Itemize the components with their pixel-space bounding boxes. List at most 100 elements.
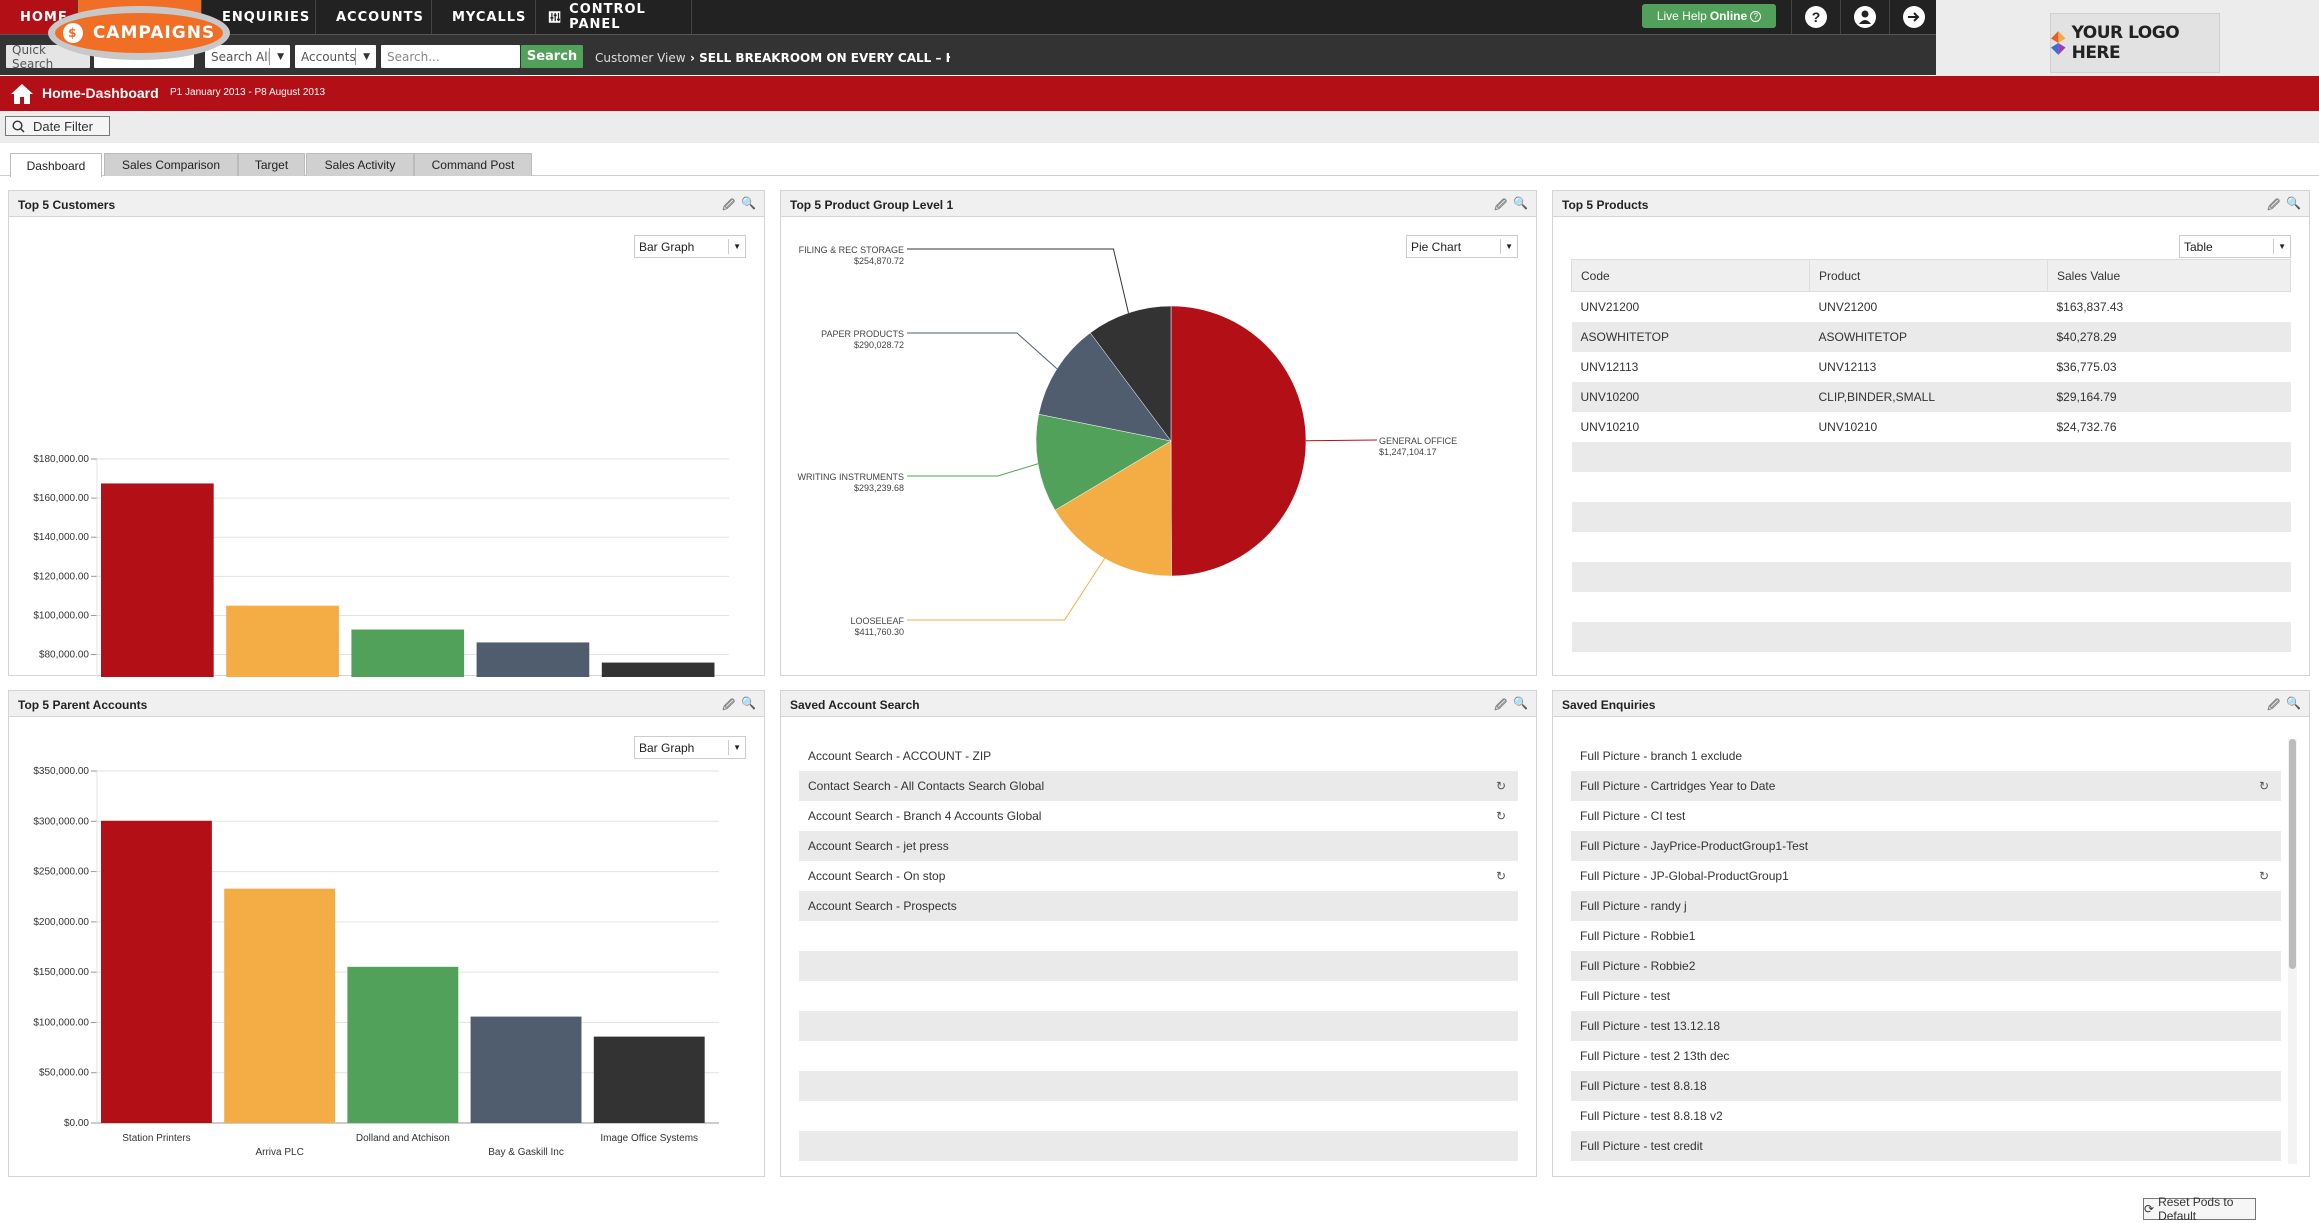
scrollbar-track[interactable] <box>2288 739 2297 1164</box>
user-button[interactable] <box>1840 0 1889 34</box>
customer-view-link[interactable]: Customer View <box>595 51 686 65</box>
nav-accounts[interactable]: ACCOUNTS <box>316 0 432 34</box>
list-item[interactable]: Full Picture - Cartridges Year to Date ↻ <box>1571 771 2281 801</box>
search-entity-select[interactable]: Accounts ▼ <box>295 45 376 68</box>
column-header-sales-value[interactable]: Sales Value <box>2047 259 2291 292</box>
table-row[interactable]: UNV21200 UNV21200 $163,837.43 <box>1572 292 2291 322</box>
bar[interactable] <box>470 1016 582 1123</box>
list-item[interactable]: Account Search - On stop ↻ <box>799 861 1518 891</box>
tab-command-post[interactable]: Command Post <box>414 153 532 176</box>
list-item[interactable]: Full Picture - test 8.8.18 <box>1571 1071 2281 1101</box>
search-input[interactable]: Search... <box>381 45 520 68</box>
list-item[interactable]: Account Search - jet press <box>799 831 1518 861</box>
tab-sales-comparison[interactable]: Sales Comparison <box>104 153 238 176</box>
pin-icon[interactable]: 🖉 <box>2267 196 2280 217</box>
y-tick-label: $120,000.00 <box>33 571 89 582</box>
pin-icon[interactable]: 🖉 <box>2267 696 2280 717</box>
live-help-button[interactable]: Live Help Online ? <box>1642 4 1776 28</box>
pie-slice[interactable] <box>1170 305 1307 577</box>
nav-accounts-label: ACCOUNTS <box>336 9 424 25</box>
nav-campaigns-label: CAMPAIGNS <box>92 23 216 43</box>
tab-dashboard[interactable]: Dashboard <box>10 153 102 177</box>
reset-pods-button[interactable]: ⟳ Reset Pods to Default <box>2143 1195 2256 1223</box>
cell-product: ASOWHITETOP <box>1809 321 2048 352</box>
list-item[interactable]: Full Picture - test 8.8.18 v2 <box>1571 1101 2281 1131</box>
search-scope-value: Search All <box>211 49 271 64</box>
zoom-icon[interactable]: 🔍 <box>2286 696 2301 717</box>
top-products-table: Code Product Sales Value UNV21200 UNV2120… <box>1571 259 2291 652</box>
y-tick-label: $140,000.00 <box>33 532 89 543</box>
y-tick-label: $150,000.00 <box>33 967 89 978</box>
list-item[interactable]: Full Picture - JayPrice-ProductGroup1-Te… <box>1571 831 2281 861</box>
pie-value-label: $411,760.30 <box>855 627 904 637</box>
y-tick-label: $250,000.00 <box>33 867 89 878</box>
bar[interactable] <box>593 1036 705 1123</box>
bar[interactable] <box>101 483 214 677</box>
cell-sales-value: $29,164.79 <box>2047 381 2291 412</box>
scrollbar-thumb[interactable] <box>2289 739 2296 969</box>
pod-header: Top 5 Products 🖉 🔍 <box>1553 191 2309 217</box>
cell-sales-value: $163,837.43 <box>2056 299 2124 314</box>
list-item[interactable]: Contact Search - All Contacts Search Glo… <box>799 771 1518 801</box>
list-item[interactable]: Account Search - Branch 4 Accounts Globa… <box>799 801 1518 831</box>
list-item-label: Account Search - Branch 4 Accounts Globa… <box>808 809 1042 823</box>
pin-icon[interactable]: 🖉 <box>1494 696 1507 717</box>
list-item[interactable]: Full Picture - test 2 13th dec <box>1571 1041 2281 1071</box>
pie-value-label: $254,870.72 <box>854 256 904 266</box>
bar[interactable] <box>476 642 590 677</box>
tab-sales-activity[interactable]: Sales Activity <box>306 153 414 176</box>
page-title: Home-Dashboard <box>42 85 159 101</box>
bar[interactable] <box>601 662 715 677</box>
list-item[interactable]: Account Search - Prospects <box>799 891 1518 921</box>
y-tick-label: $50,000.00 <box>39 1068 89 1079</box>
nav-campaigns[interactable]: $ CAMPAIGNS <box>48 6 230 60</box>
x-tick-label: Bay & Gaskill Inc <box>488 1147 564 1158</box>
list-item[interactable]: Full Picture - randy j <box>1571 891 2281 921</box>
tab-target[interactable]: Target <box>238 153 305 176</box>
nav-control-panel[interactable]: CONTROL PANEL <box>536 0 692 34</box>
list-item-label: Account Search - jet press <box>808 839 949 853</box>
pod-top-products: Top 5 Products 🖉 🔍 Table ▼ Code Product Sa… <box>1552 190 2310 676</box>
pod-saved-account-search: Saved Account Search 🖉 🔍 Account Search -… <box>780 690 1537 1177</box>
bar[interactable] <box>351 629 465 677</box>
bar[interactable] <box>226 605 339 677</box>
search-button[interactable]: Search <box>521 45 583 68</box>
home-icon <box>11 84 33 104</box>
list-item[interactable]: Full Picture - CI test <box>1571 801 2281 831</box>
bar[interactable] <box>347 966 459 1123</box>
help-button[interactable]: ? <box>1791 0 1840 34</box>
zoom-icon[interactable]: 🔍 <box>1513 696 1528 717</box>
global-icon: ↻ <box>2258 779 2269 793</box>
empty-list-item <box>799 1101 1518 1131</box>
bar[interactable] <box>224 888 336 1123</box>
logout-button[interactable] <box>1889 0 1938 34</box>
cell-sales-value: $24,732.76 <box>2056 419 2117 434</box>
empty-table-row <box>1571 441 2291 472</box>
list-item[interactable]: Full Picture - test <box>1571 981 2281 1011</box>
question-icon: ? <box>1750 10 1762 22</box>
list-item[interactable]: Full Picture - Robbie2 <box>1571 951 2281 981</box>
zoom-icon[interactable]: 🔍 <box>2286 196 2301 217</box>
list-item[interactable]: Full Picture - test 13.12.18 <box>1571 1011 2281 1041</box>
nav-mycalls[interactable]: MYCALLS <box>432 0 536 34</box>
table-row[interactable]: UNV10210 UNV10210 $24,732.76 <box>1572 412 2291 442</box>
list-item[interactable]: Full Picture - branch 1 exclude <box>1571 741 2281 771</box>
table-row[interactable]: UNV12113 UNV12113 $36,775.03 <box>1572 352 2291 382</box>
bar[interactable] <box>101 820 212 1123</box>
cell-code: ASOWHITETOP <box>1571 321 1810 352</box>
view-type-select[interactable]: Table ▼ <box>2179 235 2291 258</box>
pie-label: WRITING INSTRUMENTS <box>798 472 905 482</box>
list-item[interactable]: Full Picture - Robbie1 <box>1571 921 2281 951</box>
list-item[interactable]: Full Picture - JP-Global-ProductGroup1 ↻ <box>1571 861 2281 891</box>
list-item[interactable]: Full Picture - test credit <box>1571 1131 2281 1161</box>
table-row[interactable]: ASOWHITETOP ASOWHITETOP $40,278.29 <box>1571 321 2291 352</box>
list-item-label: Account Search - Prospects <box>808 899 957 913</box>
column-header-product[interactable]: Product <box>1809 259 2048 292</box>
list-item[interactable]: Account Search - ACCOUNT - ZIP <box>799 741 1518 771</box>
pie-value-label: $1,247,104.17 <box>1379 447 1437 457</box>
date-filter-button[interactable]: Date Filter <box>5 116 110 136</box>
table-row[interactable]: UNV10200 CLIP,BINDER,SMALL $29,164.79 <box>1571 381 2291 412</box>
cell-code: UNV21200 <box>1580 299 1640 314</box>
column-header-code[interactable]: Code <box>1571 259 1810 292</box>
search-scope-select[interactable]: Search All ▼ <box>205 45 290 68</box>
